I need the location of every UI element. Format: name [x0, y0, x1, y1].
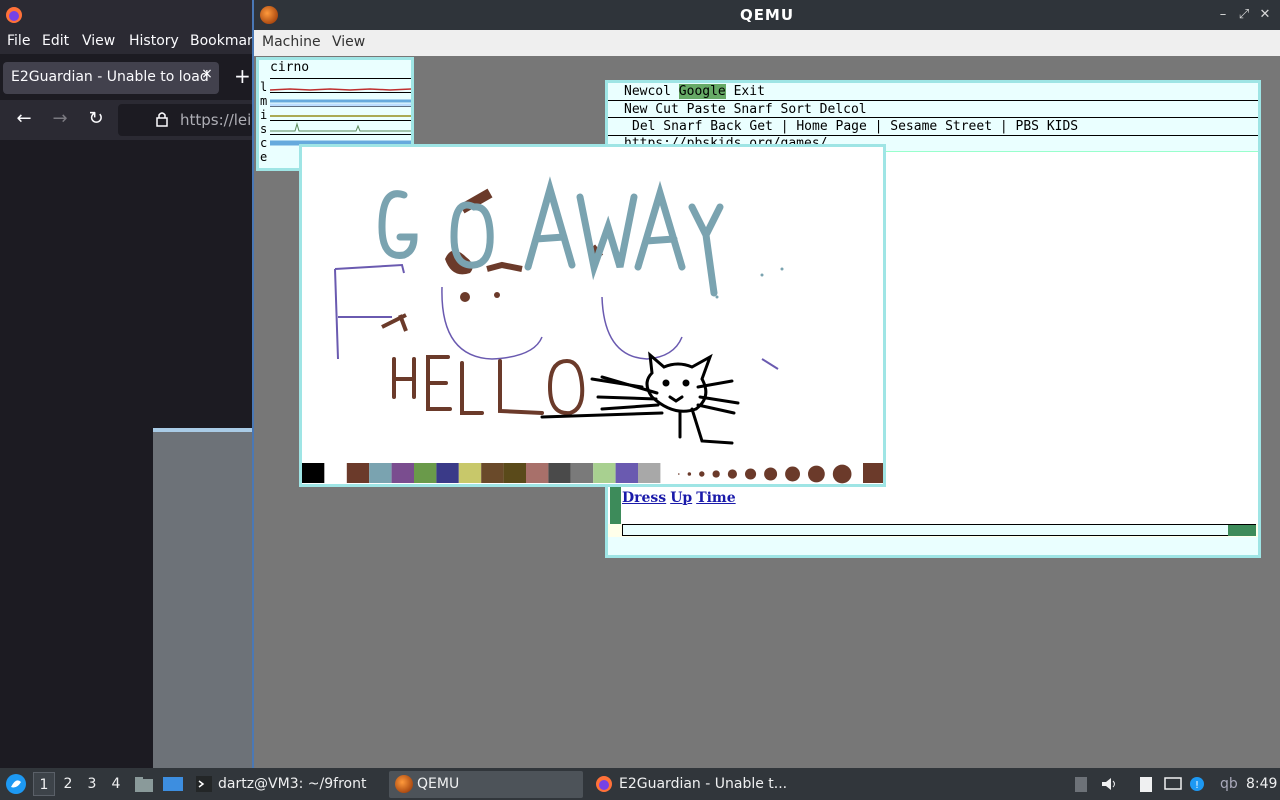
brush-size-dot[interactable]	[699, 471, 705, 477]
menu-view-qemu[interactable]: View	[332, 34, 365, 50]
stats-hostname: cirno	[270, 60, 310, 75]
palette-color-swatch[interactable]	[503, 463, 526, 483]
desktop-4[interactable]: 4	[105, 772, 127, 796]
brush-size-dot[interactable]	[745, 468, 757, 480]
firefox-titlebar	[0, 0, 254, 30]
qemu-titlebar[interactable]: QEMU	[254, 0, 1280, 30]
tab-close-icon[interactable]: ×	[198, 66, 216, 86]
menu-edit[interactable]: Edit	[42, 33, 69, 49]
tag-google-selected[interactable]: Google	[678, 84, 726, 99]
link-dress[interactable]: Dress	[622, 490, 666, 506]
file-manager-icon[interactable]	[134, 775, 154, 793]
maximize-icon[interactable]: ⤢	[1236, 7, 1252, 22]
acme-browser-tag[interactable]: Del Snarf Back Get | Home Page | Sesame …	[608, 118, 1258, 136]
app-launcher-icon[interactable]	[5, 773, 27, 795]
clock[interactable]: 8:49	[1246, 768, 1277, 800]
palette-color-swatch[interactable]	[526, 463, 549, 483]
menu-view[interactable]: View	[82, 33, 115, 49]
show-desktop-icon[interactable]	[162, 775, 184, 793]
notes-icon[interactable]	[1137, 775, 1155, 793]
desktop-1[interactable]: 1	[33, 772, 55, 796]
close-icon[interactable]: ✕	[1257, 7, 1273, 22]
horizontal-scrollbar[interactable]	[622, 524, 1256, 536]
stats-label-e: e	[260, 150, 268, 164]
acme-scrollbar[interactable]	[610, 485, 621, 524]
palette-color-swatch[interactable]	[302, 463, 325, 483]
menu-file[interactable]: File	[7, 33, 30, 49]
brush-size-dot[interactable]	[764, 467, 778, 481]
palette-color-swatch[interactable]	[414, 463, 437, 483]
firefox-icon	[596, 776, 612, 792]
paint-canvas[interactable]	[302, 147, 883, 484]
display-icon[interactable]	[1164, 775, 1182, 793]
brush-size-dot[interactable]	[785, 466, 800, 482]
terminal-icon	[196, 776, 212, 792]
brush-size-dot[interactable]	[712, 470, 720, 478]
volume-icon[interactable]	[1100, 775, 1118, 793]
clipboard-icon[interactable]	[1072, 775, 1090, 793]
link-time[interactable]: Time	[696, 490, 735, 506]
tag-newcol[interactable]: Newcol	[624, 84, 679, 99]
new-tab-button[interactable]: +	[234, 64, 254, 90]
palette-color-swatch[interactable]	[548, 463, 571, 483]
link-up[interactable]: Up	[670, 490, 692, 506]
palette-color-swatch[interactable]	[346, 463, 370, 483]
stats-label-s: s	[260, 122, 268, 136]
taskbar-terminal[interactable]: dartz@VM3: ~/9front	[218, 768, 366, 800]
browser-tab[interactable]: E2Guardian - Unable to load	[3, 62, 219, 94]
qemu-menubar: Machine View	[254, 30, 1280, 56]
stats-label-i: i	[260, 108, 268, 122]
acme-window-tag[interactable]: New Cut Paste Snarf Sort Delcol	[608, 100, 1258, 118]
palette-color-swatch[interactable]	[436, 463, 459, 483]
desktop-2[interactable]: 2	[57, 772, 79, 796]
qemu-icon	[260, 6, 278, 24]
acme-column-tag[interactable]: Newcol Google Exit	[608, 83, 1258, 100]
menu-history[interactable]: History	[129, 33, 179, 49]
palette-color-swatch[interactable]	[324, 463, 347, 483]
firefox-content-panel	[153, 428, 254, 768]
palette-color-swatch[interactable]	[481, 463, 504, 483]
paint-palette[interactable]	[302, 462, 883, 484]
forward-arrow-icon[interactable]: →	[49, 108, 71, 129]
brush-size-dot[interactable]	[832, 464, 852, 484]
lock-icon	[156, 112, 168, 127]
stats-label-c: c	[260, 136, 268, 150]
firefox-menubar: File Edit View History Bookmarks	[0, 30, 268, 54]
taskbar-qemu[interactable]: QEMU	[417, 768, 459, 800]
page-links: Dress Up Time	[622, 490, 740, 506]
taskbar-firefox[interactable]: E2Guardian - Unable t...	[619, 768, 787, 800]
stats-label-m: m	[260, 94, 268, 108]
brush-size-dot[interactable]	[808, 465, 825, 483]
menu-machine[interactable]: Machine	[262, 34, 321, 50]
palette-color-swatch[interactable]	[391, 463, 414, 483]
firefox-icon	[6, 7, 22, 23]
brush-size-dot[interactable]	[687, 472, 692, 476]
horizontal-scroll-thumb[interactable]	[1228, 525, 1256, 536]
svg-text:!: !	[1195, 780, 1199, 791]
url-bar[interactable]: https://leig	[118, 104, 254, 136]
paint-window[interactable]	[299, 144, 886, 487]
desktop-3[interactable]: 3	[81, 772, 103, 796]
tag-exit[interactable]: Exit	[726, 84, 765, 99]
reload-icon[interactable]: ↻	[85, 108, 107, 129]
palette-color-swatch[interactable]	[369, 463, 392, 483]
back-arrow-icon[interactable]: ←	[13, 108, 35, 129]
palette-color-swatch[interactable]	[570, 463, 594, 483]
palette-color-swatch[interactable]	[593, 463, 616, 483]
qemu-icon	[395, 775, 413, 793]
brush-size-dot[interactable]	[678, 473, 680, 475]
palette-color-swatch[interactable]	[638, 463, 661, 483]
stats-label-l: l	[260, 80, 268, 94]
palette-color-swatch[interactable]	[458, 463, 482, 483]
acme-bottom-strip	[608, 537, 1258, 555]
brush-size-dot[interactable]	[727, 469, 737, 479]
tray-label[interactable]: qb	[1220, 768, 1238, 800]
palette-color-swatch[interactable]	[615, 463, 638, 483]
minimize-icon[interactable]: –	[1215, 7, 1231, 22]
notification-icon[interactable]: !	[1188, 775, 1206, 793]
current-color-swatch	[863, 463, 883, 483]
